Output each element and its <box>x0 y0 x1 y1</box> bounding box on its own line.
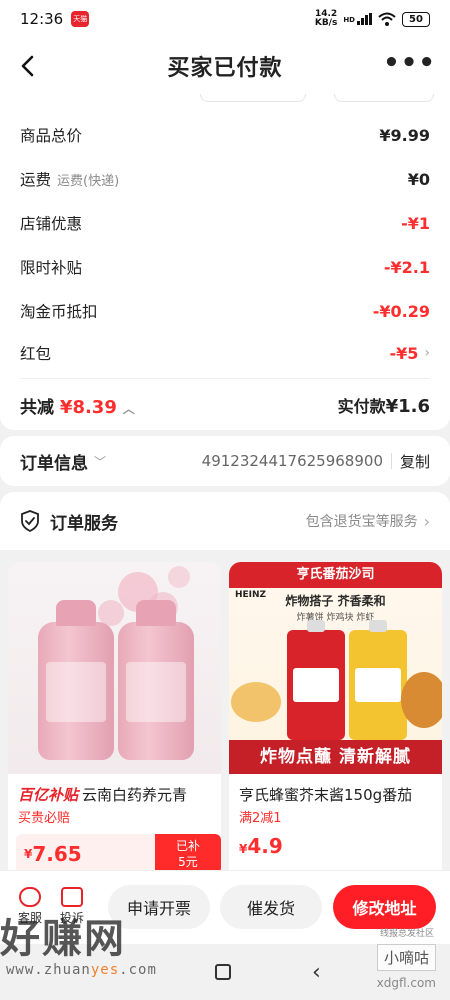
price-row-label: 红包 <box>20 345 52 363</box>
collapsed-tab-left <box>200 94 306 102</box>
order-service-summary: 包含退货宝等服务 <box>305 514 418 530</box>
price-row-coin-deduction: 淘金币抵扣 -¥0.29 <box>20 296 430 326</box>
subsidy-tag: 百亿补贴 <box>18 786 79 804</box>
total-discount-amount: ¥8.39 <box>59 396 117 418</box>
chevron-right-icon: › <box>424 345 430 361</box>
divider <box>20 378 430 379</box>
status-bar: 12:36 天猫 14.2 KB/s HD 50 <box>0 0 450 38</box>
price-value: 7.65 <box>32 842 82 866</box>
network-speed: 14.2 KB/s <box>315 10 337 28</box>
price-row-limited-subsidy: 限时补贴 -¥2.1 <box>20 252 430 282</box>
price-row-shop-discount: 店铺优惠 -¥1 <box>20 208 430 238</box>
price-strip: ¥7.65 已补 5元 <box>16 834 221 874</box>
order-info-title[interactable]: 订单信息 <box>20 449 88 474</box>
home-square-icon[interactable] <box>215 964 231 980</box>
subsidy-value: 5元 <box>178 855 198 869</box>
paid-label: 实付款 <box>337 397 386 416</box>
subsidy-badge: 已补 5元 <box>155 834 221 874</box>
net-speed-unit: KB/s <box>314 18 338 28</box>
total-row: 共减 ¥8.39 ︿ 实付款¥1.6 <box>20 388 430 422</box>
currency-symbol: ¥ <box>24 847 33 861</box>
hd-label: HD <box>343 16 355 24</box>
chevron-down-icon[interactable]: ﹀ <box>94 453 106 470</box>
price-row-value: -¥0.29 <box>372 301 430 321</box>
copy-button[interactable]: 复制 <box>400 451 430 472</box>
status-right-group: 14.2 KB/s HD 50 <box>315 10 430 28</box>
product-price: ¥7.65 <box>16 834 155 874</box>
price-row-value: ¥9.99 <box>379 125 430 145</box>
shield-check-icon <box>21 510 39 532</box>
product-title: 百亿补贴 云南白药养元青 <box>8 774 221 805</box>
product-promo: 买贵必赔 <box>18 811 71 826</box>
status-time: 12:36 <box>20 10 64 28</box>
shipping-method: 运费(快递) <box>57 173 120 189</box>
price-row-red-packet[interactable]: 红包 -¥5 › <box>20 338 430 368</box>
product-card[interactable]: 亨氏番茄沙司 HEINZ 炸物搭子 芥香柔和 炸薯饼 炸鸡块 炸虾 炸物点蘸 清… <box>229 562 442 892</box>
product-title-text: 云南白药养元青 <box>82 786 188 804</box>
order-number: 4912324417625968900 <box>201 452 383 470</box>
paid-total: 实付款¥1.6 <box>338 393 430 417</box>
price-row-value: -¥5 <box>389 343 419 363</box>
order-service-title: 订单服务 <box>50 513 118 534</box>
divider <box>390 453 392 469</box>
subsidy-label: 已补 <box>175 839 200 853</box>
product-image <box>8 562 221 774</box>
product-price: ¥4.9 <box>239 834 283 858</box>
nav-back-icon[interactable]: ‹ <box>312 960 321 985</box>
price-row-value: -¥1 <box>401 213 430 233</box>
urge-shipment-button[interactable]: 催发货 <box>220 885 322 929</box>
price-row-shipping: 运费 运费(快递) ¥0 <box>20 164 430 194</box>
back-arrow-icon[interactable] <box>14 52 42 80</box>
modify-address-button[interactable]: 修改地址 <box>333 885 436 929</box>
image-footer: 炸物点蘸 清新解腻 <box>229 740 442 774</box>
order-info-card: 订单信息 ﹀ 4912324417625968900 复制 <box>0 436 450 486</box>
system-navigation-bar: ‹ <box>0 944 450 1000</box>
price-row-label: 限时补贴 <box>20 259 83 277</box>
price-row-label: 淘金币抵扣 <box>20 303 98 321</box>
price-row-label: 店铺优惠 <box>20 215 83 233</box>
price-details-card: 商品总价 ¥9.99 运费 运费(快递) ¥0 店铺优惠 -¥1 限时补贴 -¥… <box>0 94 450 430</box>
image-slogan: 炸物搭子 芥香柔和 <box>285 594 386 608</box>
price-row-label: 运费 <box>20 171 52 189</box>
image-slogan-sub: 炸薯饼 炸鸡块 炸虾 <box>296 613 375 623</box>
price-value: 4.9 <box>247 834 283 858</box>
collapsed-tab-right <box>334 94 434 102</box>
price-row-value: -¥2.1 <box>383 257 430 277</box>
page-title: 买家已付款 <box>167 56 283 81</box>
recommended-products: 百亿补贴 云南白药养元青 买贵必赔 ¥7.65 已补 5元 亨氏番茄沙司 HEIN… <box>0 550 450 892</box>
chevron-up-icon: ︿ <box>122 401 135 416</box>
battery-icon: 50 <box>402 11 430 27</box>
product-image: 亨氏番茄沙司 HEINZ 炸物搭子 芥香柔和 炸薯饼 炸鸡块 炸虾 炸物点蘸 清… <box>229 562 442 774</box>
more-options-icon[interactable]: ••• <box>383 50 436 76</box>
chat-icon <box>19 887 41 907</box>
product-title: 亨氏蜂蜜芥末酱150g番茄 <box>239 786 413 804</box>
chevron-right-icon: › <box>423 511 430 531</box>
price-row-label: 商品总价 <box>20 127 83 145</box>
product-promo: 满2减1 <box>239 811 282 826</box>
complaint-icon <box>61 887 83 907</box>
total-discount-label: 共减 <box>20 397 54 418</box>
signal-icon: HD <box>343 13 372 25</box>
watermark-right-caption: 线报总发社区 <box>379 929 434 939</box>
total-discount[interactable]: 共减 ¥8.39 ︿ <box>20 393 135 418</box>
tmall-app-icon: 天猫 <box>71 11 90 27</box>
product-card[interactable]: 百亿补贴 云南白药养元青 买贵必赔 ¥7.65 已补 5元 <box>8 562 221 892</box>
wifi-icon <box>378 12 396 26</box>
price-row-value: ¥0 <box>407 169 430 189</box>
order-service-card[interactable]: 订单服务 包含退货宝等服务 › <box>0 492 450 550</box>
price-row-goods-total: 商品总价 ¥9.99 <box>20 120 430 150</box>
paid-amount: ¥1.6 <box>385 396 430 417</box>
page-header: 买家已付款 ••• <box>0 38 450 94</box>
image-banner: 亨氏番茄沙司 <box>229 562 442 588</box>
